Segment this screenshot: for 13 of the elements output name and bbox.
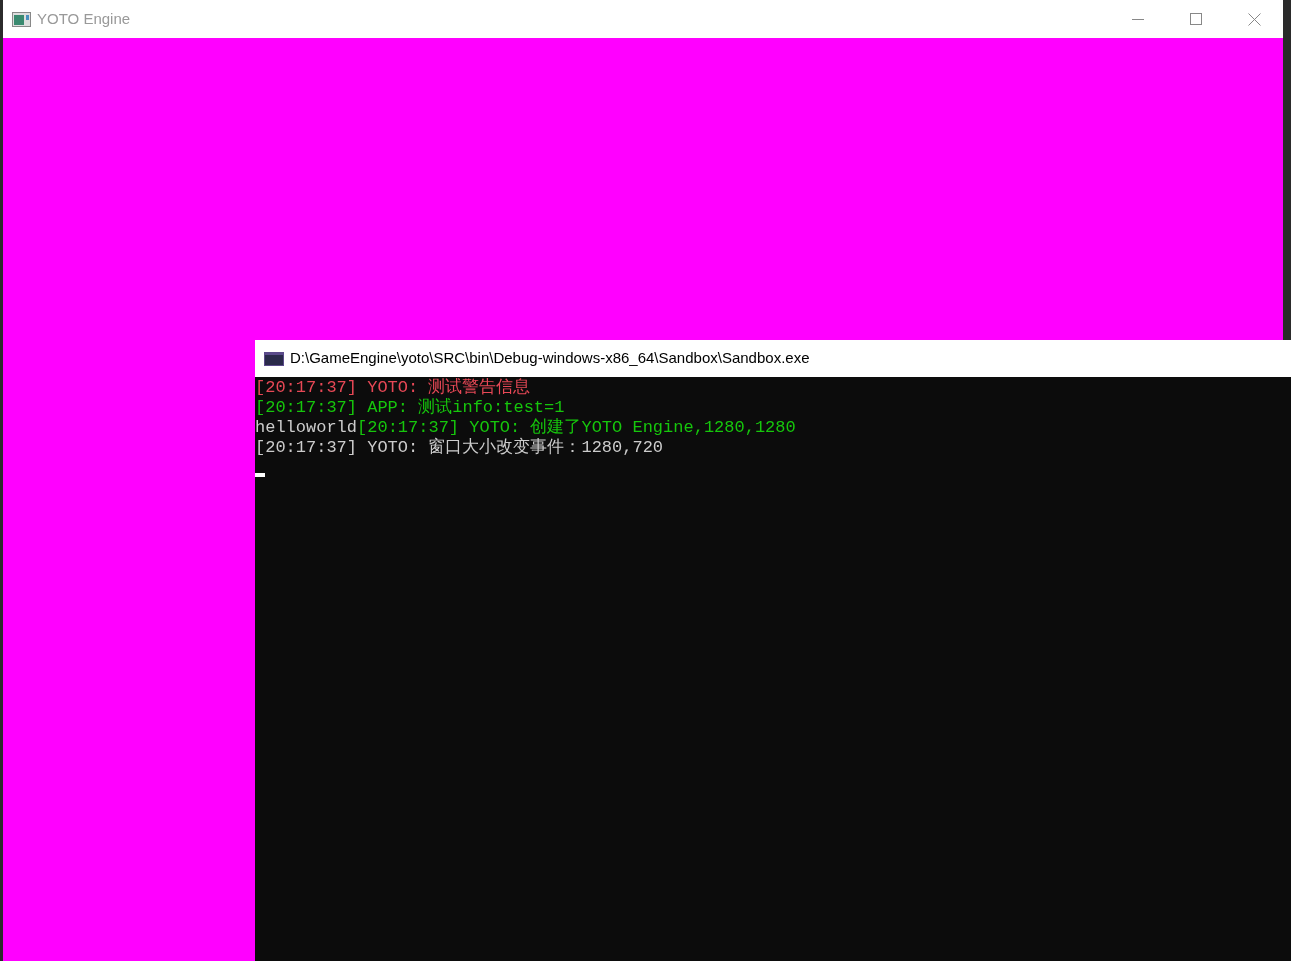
close-icon: [1247, 12, 1261, 26]
console-text: [20:17:37] YOTO: 创建了YOTO Engine,1280,1280: [357, 418, 796, 437]
window-title: YOTO Engine: [37, 8, 131, 29]
console-text: [20:17:37] YOTO: 测试警告信息: [255, 378, 531, 398]
app-icon: [12, 11, 31, 27]
maximize-icon: [1190, 13, 1202, 25]
console-icon: [264, 351, 284, 366]
minimize-icon: [1132, 18, 1144, 20]
console-title: D:\GameEngine\yoto\SRC\bin\Debug-windows-x86_64\Sandbox\Sandbox.exe: [290, 348, 810, 369]
console-text: [20:17:37] YOTO: 窗口大小改变事件：1280,720: [255, 438, 664, 458]
console-text: [20:17:37] APP: 测试info:test=1: [255, 398, 565, 418]
text-cursor: [255, 473, 265, 477]
console-text: helloworld: [255, 418, 358, 438]
